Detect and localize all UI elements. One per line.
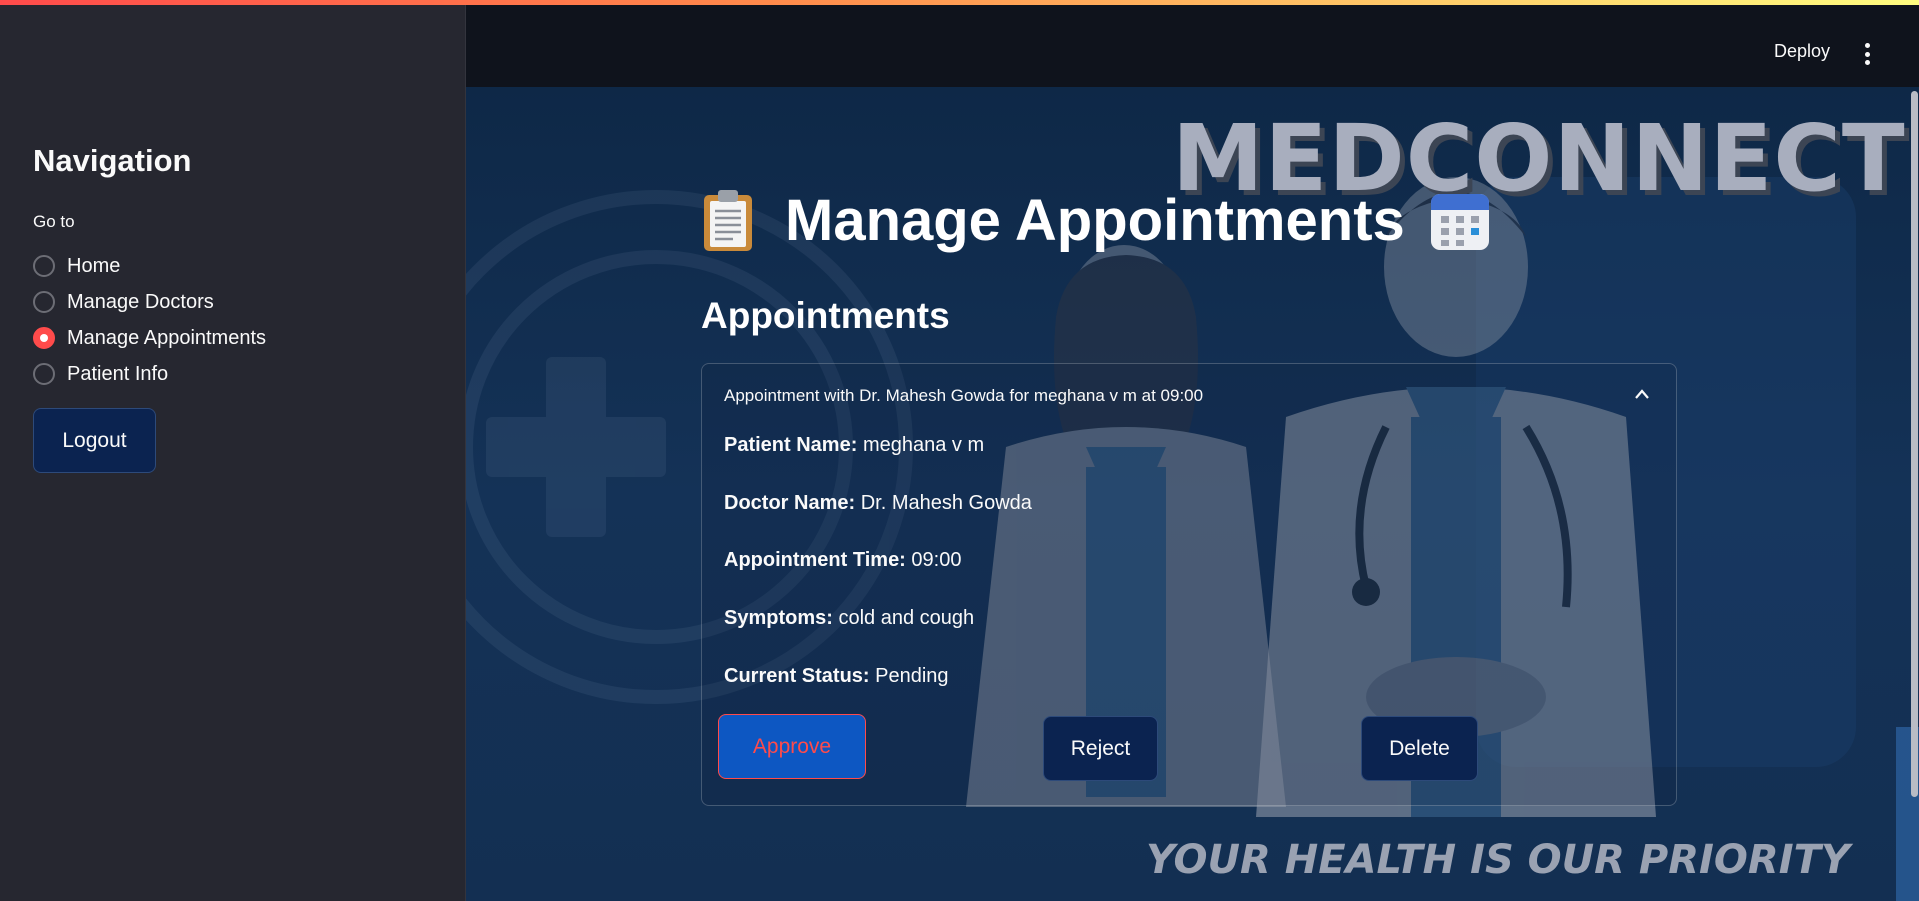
field-label: Doctor Name: <box>724 492 856 514</box>
nav-option-label: Manage Doctors <box>67 290 214 313</box>
nav-radio-group: Home Manage Doctors Manage Appointments … <box>33 248 266 392</box>
nav-option-manage-doctors[interactable]: Manage Doctors <box>33 284 266 320</box>
main-content: MEDCONNECT YOUR HEALTH IS OUR PRIORITY M… <box>466 87 1919 901</box>
approve-button[interactable]: Approve <box>718 714 866 779</box>
field-value: cold and cough <box>838 607 975 629</box>
radio-button[interactable] <box>33 291 55 313</box>
clipboard-icon <box>704 189 752 251</box>
calendar-icon <box>1430 193 1489 250</box>
nav-option-label: Manage Appointments <box>67 326 267 349</box>
field-doctor-name: Doctor Name: Dr. Mahesh Gowda <box>724 492 1032 515</box>
app-header: Deploy <box>466 5 1919 87</box>
radio-group-label: Go to <box>33 212 75 231</box>
page-title: Manage Appointments <box>701 187 1491 254</box>
nav-option-label: Home <box>67 254 121 277</box>
scrollbar[interactable] <box>1909 87 1919 901</box>
field-current-status: Current Status: Pending <box>724 665 949 688</box>
field-patient-name: Patient Name: meghana v m <box>724 434 984 457</box>
reject-button[interactable]: Reject <box>1043 716 1158 781</box>
field-value: Dr. Mahesh Gowda <box>860 492 1032 514</box>
appointment-summary: Appointment with Dr. Mahesh Gowda for me… <box>724 386 1204 405</box>
field-label: Symptoms: <box>724 607 833 629</box>
tagline-watermark: YOUR HEALTH IS OUR PRIORITY <box>1146 837 1850 883</box>
field-label: Appointment Time: <box>724 549 906 571</box>
field-value: 09:00 <box>911 549 962 571</box>
nav-option-label: Patient Info <box>67 362 169 385</box>
chevron-up-icon[interactable] <box>1634 388 1650 400</box>
nav-option-patient-info[interactable]: Patient Info <box>33 356 266 392</box>
top-decoration-bar <box>0 0 1919 5</box>
section-title: Appointments <box>701 295 950 336</box>
appointment-expander-header[interactable]: Appointment with Dr. Mahesh Gowda for me… <box>702 364 1676 428</box>
radio-button-selected[interactable] <box>33 327 55 349</box>
field-symptoms: Symptoms: cold and cough <box>724 607 974 630</box>
delete-button[interactable]: Delete <box>1361 716 1478 781</box>
field-label: Patient Name: <box>724 434 858 456</box>
field-value: Pending <box>875 665 949 687</box>
sidebar-title: Navigation <box>33 143 192 178</box>
radio-button[interactable] <box>33 363 55 385</box>
field-value: meghana v m <box>862 434 985 456</box>
page-title-text: Manage Appointments <box>785 188 1405 253</box>
logout-button[interactable]: Logout <box>33 408 156 473</box>
radio-button[interactable] <box>33 255 55 277</box>
field-appointment-time: Appointment Time: 09:00 <box>724 549 961 572</box>
nav-option-home[interactable]: Home <box>33 248 266 284</box>
scrollbar-thumb[interactable] <box>1911 91 1918 797</box>
deploy-button[interactable]: Deploy <box>1774 41 1830 62</box>
appointment-expander: Appointment with Dr. Mahesh Gowda for me… <box>701 363 1677 806</box>
field-label: Current Status: <box>724 665 870 687</box>
more-vertical-icon[interactable] <box>1863 43 1871 65</box>
sidebar: Navigation Go to Home Manage Doctors Man… <box>0 0 466 901</box>
nav-option-manage-appointments[interactable]: Manage Appointments <box>33 320 266 356</box>
